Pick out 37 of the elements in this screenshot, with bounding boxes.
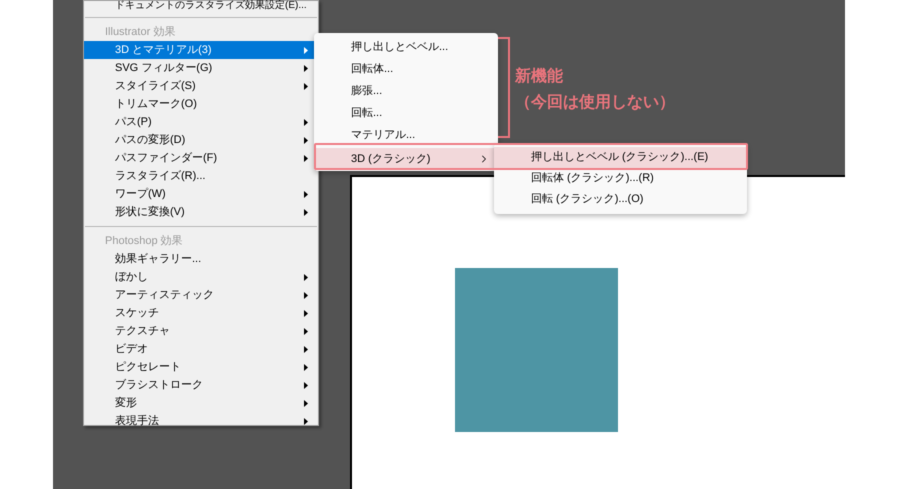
menu-item[interactable]: ラスタライズ(R)... [84, 167, 318, 185]
submenu-arrow-icon [304, 418, 308, 424]
annotation-title: 新機能 [515, 66, 564, 87]
submenu-arrow-icon [304, 82, 308, 90]
menu-item[interactable]: ピクセレート [84, 358, 318, 376]
submenu-arrow-icon [304, 136, 308, 144]
menu-item[interactable]: スケッチ [84, 304, 318, 322]
submenu-arrow-icon [304, 364, 308, 370]
submenu-arrow-icon [304, 346, 308, 352]
submenu-arrow-icon [304, 274, 308, 280]
annotation-note: （今回は使用しない） [515, 92, 675, 113]
submenu-arrow-icon [304, 208, 308, 216]
menu-item[interactable]: 回転 (クラシック)...(O) [494, 189, 747, 210]
menu-item[interactable]: テクスチャ [84, 322, 318, 340]
menu-item[interactable]: ワープ(W) [84, 185, 318, 203]
section-header: Photoshop 効果 [104, 234, 184, 249]
submenu-arrow-icon [304, 382, 308, 388]
menu-item[interactable]: 変形 [84, 394, 318, 412]
menu-item[interactable]: 表現手法 [84, 412, 318, 430]
submenu-arrow-icon [304, 118, 308, 126]
submenu-arrow-icon [304, 328, 308, 334]
submenu-arrow-icon [304, 64, 308, 72]
submenu-arrow-icon [304, 46, 308, 54]
submenu-arrow-icon [304, 310, 308, 316]
submenu-arrow-icon [304, 154, 308, 162]
menu-item[interactable]: ビデオ [84, 340, 318, 358]
menu-item[interactable]: 効果ギャラリー... [84, 250, 318, 268]
submenu-arrow-icon [304, 190, 308, 198]
submenu-arrow-icon [304, 292, 308, 298]
submenu-arrow-icon [304, 400, 308, 406]
menu-item[interactable]: 形状に変換(V) [84, 203, 318, 221]
menu-item[interactable]: アーティスティック [84, 286, 318, 304]
menu-item[interactable]: ぼかし [84, 268, 318, 286]
section-header: Illustrator 効果 [104, 25, 176, 40]
menu-item[interactable]: 押し出しとベベル (クラシック)...(E) [494, 147, 747, 168]
menu-item[interactable]: ブラシストローク [84, 376, 318, 394]
menu-item[interactable]: 回転体 (クラシック)...(R) [494, 168, 747, 189]
